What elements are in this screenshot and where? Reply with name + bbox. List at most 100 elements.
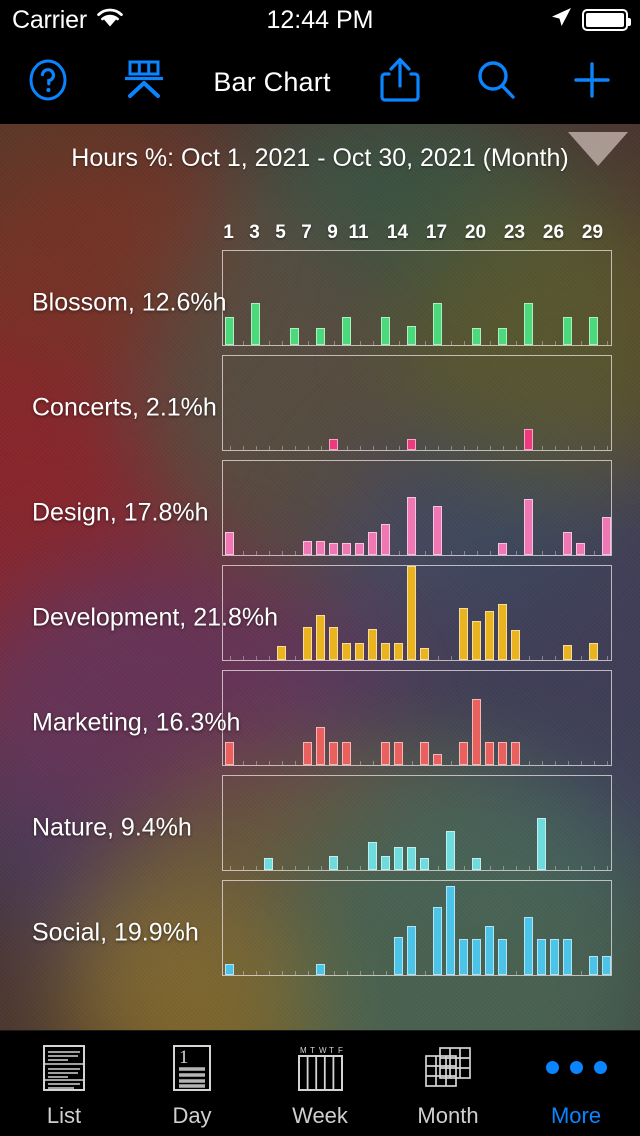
bar[interactable] (328, 741, 339, 765)
bar[interactable] (315, 727, 326, 765)
bar[interactable] (419, 647, 430, 660)
bar[interactable] (328, 627, 339, 660)
bar[interactable] (406, 326, 417, 345)
bar[interactable] (328, 542, 339, 555)
bar[interactable] (458, 608, 469, 660)
bar[interactable] (471, 939, 482, 975)
bar[interactable] (432, 302, 443, 345)
bar[interactable] (601, 517, 612, 555)
chart-row[interactable]: Development, 21.8%h (0, 565, 640, 670)
bar[interactable] (380, 855, 391, 870)
bar[interactable] (497, 939, 508, 975)
bar[interactable] (380, 316, 391, 345)
bar[interactable] (432, 506, 443, 555)
bar[interactable] (406, 438, 417, 450)
chart-row[interactable]: Nature, 9.4%h (0, 775, 640, 880)
bar[interactable] (562, 644, 573, 660)
bar[interactable] (406, 566, 417, 660)
bar[interactable] (328, 855, 339, 870)
bar[interactable] (471, 699, 482, 765)
bar[interactable] (549, 939, 560, 975)
bar[interactable] (497, 741, 508, 765)
bar[interactable] (367, 628, 378, 660)
bar[interactable] (523, 429, 534, 450)
bar[interactable] (406, 496, 417, 555)
bar[interactable] (432, 753, 443, 765)
series-plot[interactable] (222, 775, 612, 871)
series-plot[interactable] (222, 670, 612, 766)
bar[interactable] (510, 629, 521, 660)
bar[interactable] (471, 857, 482, 870)
bar[interactable] (367, 841, 378, 870)
tab-week[interactable]: M T W T F Week (256, 1031, 384, 1136)
bar[interactable] (224, 316, 235, 345)
help-button[interactable] (0, 56, 96, 109)
chart-row[interactable]: Blossom, 12.6%h (0, 250, 640, 355)
bar[interactable] (588, 643, 599, 660)
bar[interactable] (471, 620, 482, 660)
series-plot[interactable] (222, 565, 612, 661)
chart-row[interactable]: Marketing, 16.3%h (0, 670, 640, 775)
bar[interactable] (471, 328, 482, 345)
bar[interactable] (562, 316, 573, 345)
tab-month[interactable]: Month (384, 1031, 512, 1136)
chart-row[interactable]: Social, 19.9%h (0, 880, 640, 985)
series-plot[interactable] (222, 460, 612, 556)
bar[interactable] (536, 939, 547, 975)
bar[interactable] (315, 963, 326, 975)
bar[interactable] (250, 302, 261, 345)
series-plot[interactable] (222, 355, 612, 451)
search-button[interactable] (448, 57, 544, 108)
bar[interactable] (341, 643, 352, 660)
add-button[interactable] (544, 58, 640, 107)
bar[interactable] (354, 643, 365, 660)
bar[interactable] (432, 907, 443, 975)
bar[interactable] (601, 956, 612, 975)
bar[interactable] (328, 438, 339, 450)
bar[interactable] (445, 885, 456, 975)
bar[interactable] (224, 741, 235, 765)
bar[interactable] (562, 531, 573, 555)
bar[interactable] (393, 643, 404, 660)
bar[interactable] (484, 741, 495, 765)
bar[interactable] (276, 645, 287, 660)
share-button[interactable] (352, 54, 448, 111)
series-plot[interactable] (222, 880, 612, 976)
bar[interactable] (341, 741, 352, 765)
bar[interactable] (380, 643, 391, 660)
bar[interactable] (406, 846, 417, 870)
bar[interactable] (302, 741, 313, 765)
bar[interactable] (536, 818, 547, 870)
bar[interactable] (315, 328, 326, 345)
bar[interactable] (497, 603, 508, 660)
bar[interactable] (458, 741, 469, 765)
bar[interactable] (354, 542, 365, 555)
tab-day[interactable]: 1 Day (128, 1031, 256, 1136)
bar[interactable] (497, 542, 508, 555)
bar[interactable] (393, 846, 404, 870)
bar[interactable] (315, 614, 326, 660)
bar[interactable] (562, 939, 573, 975)
bar[interactable] (523, 498, 534, 555)
bar[interactable] (263, 857, 274, 870)
bar[interactable] (380, 741, 391, 765)
bar[interactable] (367, 531, 378, 555)
bar[interactable] (406, 926, 417, 975)
bar[interactable] (341, 316, 352, 345)
bar[interactable] (302, 627, 313, 660)
bar[interactable] (393, 937, 404, 975)
bar[interactable] (458, 939, 469, 975)
chart-row[interactable]: Concerts, 2.1%h (0, 355, 640, 460)
bar[interactable] (588, 316, 599, 345)
bar[interactable] (484, 611, 495, 660)
bar[interactable] (419, 857, 430, 870)
bar[interactable] (575, 542, 586, 555)
bar[interactable] (497, 328, 508, 345)
bar[interactable] (380, 523, 391, 555)
collapse-rows-button[interactable] (96, 56, 192, 109)
bar[interactable] (393, 741, 404, 765)
bar[interactable] (419, 741, 430, 765)
bar[interactable] (341, 542, 352, 555)
bar[interactable] (315, 540, 326, 555)
bar[interactable] (510, 741, 521, 765)
